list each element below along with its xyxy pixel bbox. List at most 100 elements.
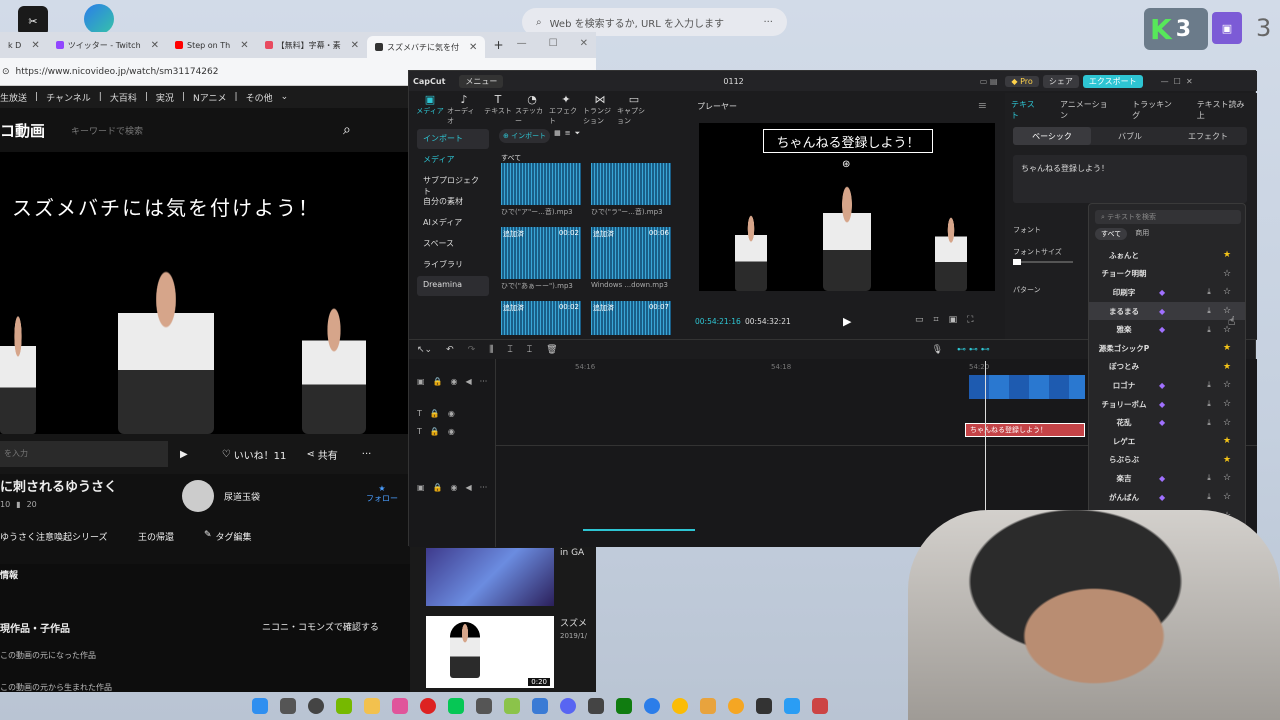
window-controls[interactable]: — ☐ ✕	[1161, 77, 1193, 86]
media-item[interactable]: 追加済 00:02	[501, 301, 581, 335]
nico-menu-item[interactable]: 実況	[156, 91, 174, 104]
discord-icon[interactable]	[560, 698, 576, 714]
more-icon[interactable]: ···	[763, 17, 773, 28]
nav-import[interactable]: インポート	[417, 129, 489, 149]
nav-library[interactable]: ライブラリ	[417, 255, 489, 275]
nico-menu-item[interactable]: 生放送	[0, 91, 27, 104]
font-row[interactable]: らぶらぶ ★	[1089, 451, 1245, 470]
favorite-star-icon[interactable]: ☆	[1217, 418, 1237, 428]
url-text[interactable]: https://www.nicovideo.jp/watch/sm3117426…	[16, 67, 219, 77]
download-icon[interactable]: ⤓	[1201, 492, 1217, 502]
search-icon[interactable]: ⌕	[343, 122, 351, 138]
app-icon[interactable]	[756, 698, 772, 714]
font-row[interactable]: レゲエ ★	[1089, 432, 1245, 451]
undo-icon[interactable]: ↶	[446, 345, 454, 355]
lock-icon[interactable]: 🔒	[430, 427, 440, 436]
nav-ai-media[interactable]: AIメディア	[417, 213, 489, 233]
send-icon[interactable]: ▶	[180, 449, 188, 460]
close-window-icon[interactable]: ✕	[580, 38, 588, 49]
font-search-input[interactable]: ⌕ テキストを検索	[1095, 210, 1241, 224]
app-icon[interactable]	[812, 698, 828, 714]
favorite-star-icon[interactable]: ☆	[1217, 473, 1237, 483]
video-player[interactable]: スズメバチには気を付けよう！	[0, 152, 410, 434]
media-item[interactable]	[501, 163, 581, 205]
tab-effect[interactable]: ✦ エフェクト	[549, 93, 583, 125]
fullscreen-icon[interactable]: ⛶	[967, 315, 973, 325]
lock-icon[interactable]: 🔒	[433, 377, 443, 386]
more-icon[interactable]: ···	[480, 377, 488, 386]
grid-view-icon[interactable]: ▦	[554, 129, 561, 143]
share-button[interactable]: シェア	[1042, 74, 1079, 88]
task-view-icon[interactable]	[280, 698, 296, 714]
subtab-effect[interactable]: エフェクト	[1169, 127, 1247, 145]
record-icon[interactable]	[420, 698, 436, 714]
app-icon[interactable]	[728, 698, 744, 714]
obs-icon[interactable]	[308, 698, 324, 714]
redo-icon[interactable]: ↷	[468, 345, 476, 355]
timeline-scrollbar[interactable]	[583, 529, 695, 531]
tab-nicovideo[interactable]: スズメバチに気を付 ✕	[367, 36, 486, 58]
font-row[interactable]: ふぉんと ★	[1089, 246, 1245, 265]
font-row[interactable]: がんばん ◆ ⤓ ☆	[1089, 488, 1245, 507]
series-link[interactable]: ゆうさく注意喚起シリーズ	[0, 530, 108, 543]
more-icon[interactable]: ···	[480, 483, 488, 492]
lips-icon[interactable]	[392, 698, 408, 714]
tab-text[interactable]: T テキスト	[481, 93, 515, 123]
font-row[interactable]: チョーク明朝 ☆	[1089, 265, 1245, 284]
xbox-icon[interactable]	[616, 698, 632, 714]
fontsize-slider[interactable]	[1013, 259, 1073, 265]
share-button[interactable]: 共有	[318, 447, 338, 462]
ratio-icon[interactable]: ▭	[915, 315, 924, 325]
caption-text-box[interactable]: ちゃんねる登録しよう！	[763, 129, 933, 153]
nav-spaces[interactable]: スペース	[417, 234, 489, 254]
font-row[interactable]: ロゴナ ◆ ⤓ ☆	[1089, 376, 1245, 395]
download-icon[interactable]: ⤓	[1201, 325, 1217, 335]
audio-icon[interactable]: ◀	[466, 377, 472, 386]
download-icon[interactable]: ⤓	[1201, 287, 1217, 297]
tag-king[interactable]: 王の帰還	[138, 530, 174, 543]
text-clip[interactable]: ちゃんねる登録しよう！	[965, 423, 1085, 437]
subtab-bubble[interactable]: バブル	[1091, 127, 1169, 145]
tab-caption[interactable]: ▭ キャプション	[617, 93, 651, 125]
favorite-star-icon[interactable]: ☆	[1217, 269, 1237, 279]
download-icon[interactable]: ⤓	[1201, 418, 1217, 428]
line-icon[interactable]	[448, 698, 464, 714]
app-icon[interactable]	[588, 698, 604, 714]
nico-menu-item[interactable]: 大百科	[110, 91, 137, 104]
tab-animation[interactable]: アニメーション	[1060, 99, 1114, 121]
fit-icon[interactable]: ⌗	[934, 315, 939, 325]
related-thumb-2[interactable]: 0:20	[426, 616, 554, 688]
font-row[interactable]: 花乱 ◆ ⤓ ☆	[1089, 413, 1245, 432]
tab-tts[interactable]: テキスト読み上	[1197, 99, 1251, 121]
close-icon[interactable]: ✕	[31, 40, 39, 51]
close-icon[interactable]: ✕	[151, 40, 159, 51]
related-title-2[interactable]: スズメ	[560, 616, 587, 629]
select-tool-icon[interactable]: ↖⌄	[417, 345, 432, 355]
tab-sticker[interactable]: ◔ ステッカー	[515, 93, 549, 125]
menu-icon[interactable]: ≡	[978, 99, 987, 112]
filter-all[interactable]: すべて	[1095, 228, 1128, 240]
layout-icon[interactable]: ▭ ▤	[980, 77, 998, 86]
nico-search-input[interactable]: キーワードで検索	[71, 124, 291, 137]
eye-icon[interactable]: ◉	[451, 377, 458, 386]
close-icon[interactable]: ✕	[240, 40, 248, 51]
tab-youtube[interactable]: Step on Th ✕	[167, 34, 257, 56]
share-icon[interactable]: ⋖	[306, 449, 314, 460]
tab-subtitle[interactable]: 【無料】字幕・素 ✕	[257, 34, 367, 56]
comment-input[interactable]: を入力	[0, 441, 168, 467]
split-left-icon[interactable]: ⌶	[507, 345, 512, 355]
font-row[interactable]: ぽつとみ ★	[1089, 358, 1245, 377]
close-icon[interactable]: ✕	[469, 42, 477, 53]
more-icon[interactable]: ···	[362, 449, 372, 460]
related-thumb-1[interactable]	[426, 548, 554, 606]
tab-text[interactable]: テキスト	[1011, 99, 1042, 121]
pro-badge[interactable]: ◆ Pro	[1005, 75, 1039, 87]
tab-media[interactable]: ▣ メディア	[413, 93, 447, 123]
split-icon[interactable]: ⫼	[489, 345, 493, 355]
folder-icon[interactable]	[364, 698, 380, 714]
favorite-star-icon[interactable]: ☆	[1217, 492, 1237, 502]
eye-icon[interactable]: ◉	[448, 409, 455, 418]
lock-icon[interactable]: 🔒	[430, 409, 440, 418]
tag-edit-button[interactable]: ✎ タグ編集	[204, 530, 252, 543]
nico-menu-item[interactable]: チャンネル	[46, 91, 91, 104]
